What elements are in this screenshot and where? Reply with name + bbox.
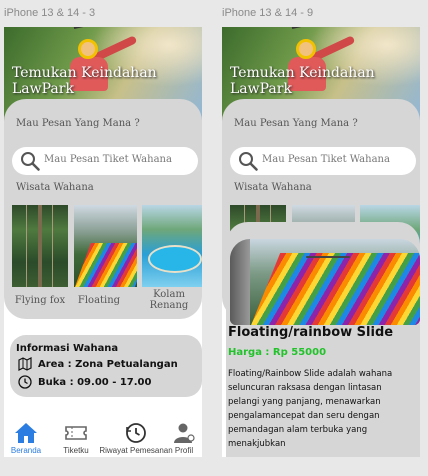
phone-home-screen: Temukan Keindahan LawPark Mau Pesan Yang… <box>4 27 202 457</box>
clock-icon <box>18 375 32 389</box>
phone-detail-screen: Temukan Keindahan LawPark Mau Pesan Yang… <box>222 27 420 457</box>
sheet-drag-handle[interactable] <box>306 256 350 258</box>
search-placeholder: Mau Pesan Tiket Wahana <box>44 154 172 165</box>
ride-name: Kolam Renang <box>149 289 189 311</box>
nav-label: Riwayat Pemesanan <box>99 446 173 455</box>
frame-label-1: iPhone 13 & 14 - 3 <box>4 7 96 19</box>
nav-tickets[interactable]: Tiketku <box>56 422 96 455</box>
search-input[interactable]: Mau Pesan Tiket Wahana <box>230 147 416 175</box>
history-icon <box>126 423 146 443</box>
hero-title: Temukan Keindahan LawPark <box>230 65 375 97</box>
nav-history[interactable]: Riwayat Pemesanan <box>99 422 173 455</box>
nav-profile[interactable]: Profil <box>164 422 202 455</box>
nav-label: Tiketku <box>63 446 89 455</box>
section-title: Wisata Wahana <box>16 182 94 193</box>
ride-detail-title: Floating/rainbow Slide <box>228 325 394 340</box>
map-icon <box>18 357 32 371</box>
question-label: Mau Pesan Yang Mana ? <box>16 118 140 129</box>
search-icon <box>21 152 40 171</box>
section-title: Wisata Wahana <box>234 182 312 193</box>
ride-detail-description: Floating/Rainbow Slide adalah wahana sel… <box>228 369 393 449</box>
ride-card-flying-fox[interactable] <box>12 205 68 287</box>
nav-home[interactable]: Beranda <box>6 422 46 455</box>
nav-label: Beranda <box>10 446 42 455</box>
nav-label: Profil <box>174 446 194 455</box>
search-placeholder: Mau Pesan Tiket Wahana <box>262 154 390 165</box>
info-area: Area : Zona Petualangan <box>38 358 178 370</box>
info-hours: Buka : 09.00 - 17.00 <box>38 376 152 388</box>
ride-card-kolam-renang[interactable] <box>142 205 202 287</box>
ride-detail-image <box>230 239 420 325</box>
question-label: Mau Pesan Yang Mana ? <box>234 118 358 129</box>
ride-name: Flying fox <box>14 295 66 306</box>
ride-name: Floating <box>77 295 121 306</box>
ride-card-floating[interactable] <box>74 205 137 287</box>
search-icon <box>239 152 258 171</box>
search-input[interactable]: Mau Pesan Tiket Wahana <box>12 147 198 175</box>
hero-title: Temukan Keindahan LawPark <box>12 65 157 97</box>
profile-icon <box>174 423 195 443</box>
ticket-icon <box>65 426 87 440</box>
frame-label-2: iPhone 13 & 14 - 9 <box>222 7 314 19</box>
home-icon <box>15 423 37 443</box>
ride-detail-price: Harga : Rp 55000 <box>228 347 327 358</box>
info-title: Informasi Wahana <box>16 343 119 354</box>
